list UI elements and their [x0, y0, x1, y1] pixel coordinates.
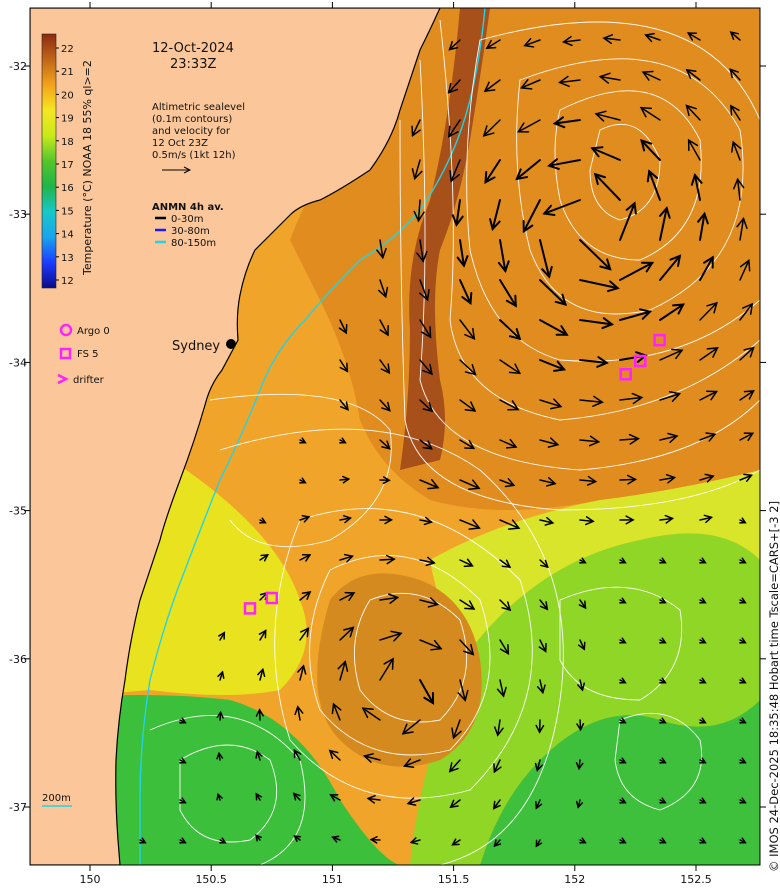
colorbar-tick-label: 15: [61, 206, 74, 217]
y-tick-label: -35: [9, 505, 27, 518]
depth-contour-label: 200m: [42, 793, 71, 804]
x-tick-label: 151.5: [438, 873, 470, 886]
credit-text: © IMOS 24-Dec-2025 18:35:48 Hobart time …: [767, 501, 780, 872]
altimetry-note-4: 12 Oct 23Z: [152, 138, 208, 149]
colorbar-tick-label: 22: [61, 44, 74, 55]
anmn-label-shallow: 0-30m: [171, 214, 203, 225]
anmn-label-mid: 30-80m: [171, 226, 210, 237]
colorbar-tick-label: 17: [61, 160, 74, 171]
x-tick-label: 150: [80, 873, 101, 886]
sst-map: Sydney 150150.5151151.5152152.5153153.51…: [9, 2, 780, 886]
colorbar-tick-label: 14: [61, 230, 74, 241]
plot-area: [30, 8, 760, 865]
y-tick-label: -34: [9, 356, 27, 369]
colorbar-tick-label: 12: [61, 276, 74, 287]
argo-legend-label: Argo 0: [77, 326, 110, 337]
colorbar-tick-label: 19: [61, 114, 74, 125]
y-tick-label: -36: [9, 653, 27, 666]
altimetry-note-5: 0.5m/s (1kt 12h): [152, 150, 236, 161]
altimetry-note-3: and velocity for: [152, 126, 231, 137]
x-tick-label: 152: [564, 873, 585, 886]
anmn-label-deep: 80-150m: [171, 238, 216, 249]
y-tick-label: -37: [9, 801, 27, 814]
colorbar: [41, 33, 57, 289]
colorbar-tick-label: 20: [61, 90, 74, 101]
colorbar-tick-label: 18: [61, 137, 74, 148]
sydney-marker: [226, 339, 236, 349]
altimetry-note-2: (0.1m contours): [152, 114, 232, 125]
x-tick-label: 152.5: [680, 873, 712, 886]
y-tick-label: -33: [9, 208, 27, 221]
y-tick-label: -32: [9, 60, 27, 73]
colorbar-label: Temperature (°C) NOAA 18 55% ql>=2: [81, 60, 94, 276]
altimetry-note-1: Altimetric sealevel: [152, 102, 245, 113]
sydney-label: Sydney: [172, 339, 220, 354]
x-tick-label: 151: [322, 873, 343, 886]
colorbar-tick-label: 21: [61, 67, 74, 78]
date-line-1: 12-Oct-2024: [152, 41, 234, 56]
fs-legend-label: FS 5: [77, 349, 98, 360]
x-tick-label: 150.5: [195, 873, 227, 886]
colorbar-tick-label: 13: [61, 253, 74, 264]
colorbar-tick-label: 16: [61, 183, 74, 194]
anmn-title: ANMN 4h av.: [152, 202, 224, 213]
drifter-legend-label: drifter: [73, 375, 105, 386]
date-line-2: 23:33Z: [170, 57, 216, 72]
